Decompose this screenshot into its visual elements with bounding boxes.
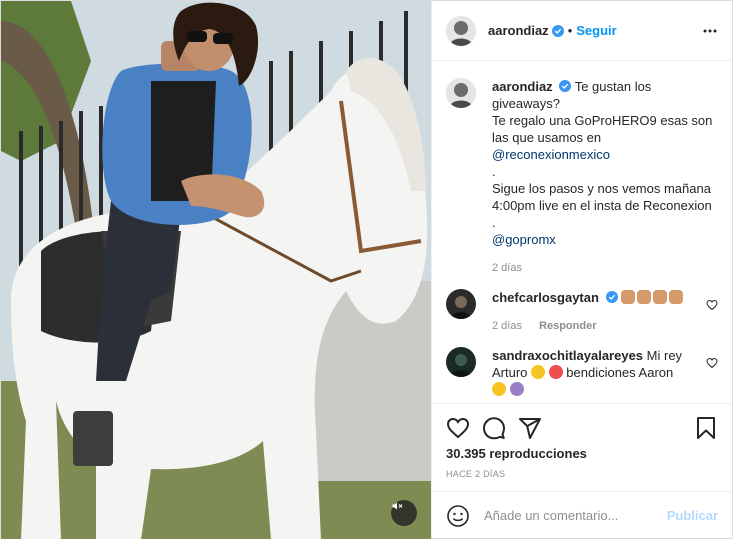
comment-username[interactable]: sandraxochitlayalareyes bbox=[492, 348, 643, 363]
avatar-image bbox=[446, 347, 476, 377]
video-frame-illustration bbox=[1, 1, 431, 539]
fist-emoji-icon bbox=[653, 290, 668, 304]
caption-line-3: las que usamos en bbox=[492, 130, 602, 145]
caption-line-2: Te regalo una GoProHERO9 esas son bbox=[492, 113, 713, 128]
caption-time[interactable]: 2 días bbox=[492, 260, 718, 277]
add-comment-bar: Publicar bbox=[432, 491, 732, 539]
more-icon[interactable] bbox=[702, 23, 718, 39]
post-header: aarondiaz • Seguir bbox=[432, 1, 732, 61]
caption-line-4: Sigue los pasos y nos vemos mañana bbox=[492, 181, 711, 196]
mute-icon bbox=[392, 502, 403, 510]
header-username[interactable]: aarondiaz bbox=[488, 23, 549, 38]
comment-icon[interactable] bbox=[482, 416, 506, 440]
post-sidebar: aarondiaz • Seguir aarondiaz Te gustan l… bbox=[431, 1, 732, 538]
fist-emoji-icon bbox=[637, 290, 652, 304]
fist-emojis bbox=[621, 290, 685, 305]
comment-item: sandraxochitlayalareyes Mi rey Arturo be… bbox=[446, 347, 718, 398]
comment-meta: 2 días Responder bbox=[492, 318, 698, 335]
follow-button[interactable]: Seguir bbox=[576, 23, 616, 38]
fist-emoji-icon bbox=[669, 290, 684, 304]
heart-icon[interactable] bbox=[706, 357, 718, 369]
comment-username[interactable]: chefcarlosgaytan bbox=[492, 290, 599, 305]
heart-icon[interactable] bbox=[446, 416, 470, 440]
avatar-image bbox=[446, 289, 476, 319]
avatar[interactable] bbox=[446, 15, 476, 46]
comment-text-3: bendiciones Aaron bbox=[566, 365, 674, 380]
caption-dot-1: . bbox=[492, 164, 496, 179]
caption-text: aarondiaz Te gustan los giveaways? Te re… bbox=[492, 78, 718, 277]
comment-input[interactable] bbox=[484, 508, 667, 523]
emoji-icon[interactable] bbox=[446, 504, 470, 528]
verified-icon bbox=[559, 80, 572, 92]
share-icon[interactable] bbox=[518, 416, 542, 440]
post-comment-button[interactable]: Publicar bbox=[667, 508, 718, 523]
verified-icon bbox=[551, 24, 564, 37]
comments-list[interactable]: aarondiaz Te gustan los giveaways? Te re… bbox=[432, 62, 732, 402]
heart-icon[interactable] bbox=[706, 299, 718, 311]
wink-emoji-icon bbox=[492, 382, 506, 396]
mention-gopromx[interactable]: @gopromx bbox=[492, 231, 718, 248]
comment-text: sandraxochitlayalareyes Mi rey Arturo be… bbox=[492, 347, 698, 398]
bookmark-icon[interactable] bbox=[694, 416, 718, 440]
post-video[interactable] bbox=[1, 1, 431, 539]
caption-dot-2: . bbox=[492, 215, 496, 230]
praying-emoji-icon bbox=[509, 382, 524, 396]
comment-time[interactable]: 2 días bbox=[492, 320, 522, 332]
comment-avatar[interactable] bbox=[446, 347, 476, 377]
comment-text: chefcarlosgaytan 2 días Responder bbox=[492, 289, 698, 335]
caption-line-5: 4:00pm live en el insta de Reconexion bbox=[492, 198, 712, 213]
post-date[interactable]: HACE 2 DÍAS bbox=[446, 469, 505, 479]
avatar-image bbox=[446, 78, 476, 108]
comment-text-1: Mi rey bbox=[646, 348, 683, 363]
fist-emoji-icon bbox=[621, 290, 636, 304]
comment-avatar[interactable] bbox=[446, 289, 476, 319]
comment-text-2: Arturo bbox=[492, 365, 528, 380]
mention-reconexionmexico[interactable]: @reconexionmexico bbox=[492, 146, 718, 163]
caption: aarondiaz Te gustan los giveaways? Te re… bbox=[446, 78, 718, 277]
avatar-image bbox=[446, 15, 476, 46]
verified-icon bbox=[605, 291, 618, 303]
post-dialog: aarondiaz • Seguir aarondiaz Te gustan l… bbox=[0, 0, 733, 539]
heart-eyes-emoji-icon bbox=[548, 365, 563, 379]
reply-button[interactable]: Responder bbox=[539, 320, 596, 332]
shocked-emoji-icon bbox=[531, 365, 546, 379]
header-separator: • bbox=[567, 23, 573, 38]
views-count[interactable]: 30.395 reproducciones bbox=[446, 446, 587, 461]
caption-username[interactable]: aarondiaz bbox=[492, 79, 553, 94]
comment-item: chefcarlosgaytan 2 días Responder bbox=[446, 289, 718, 335]
caption-avatar[interactable] bbox=[446, 78, 476, 108]
mute-button[interactable] bbox=[391, 500, 417, 526]
